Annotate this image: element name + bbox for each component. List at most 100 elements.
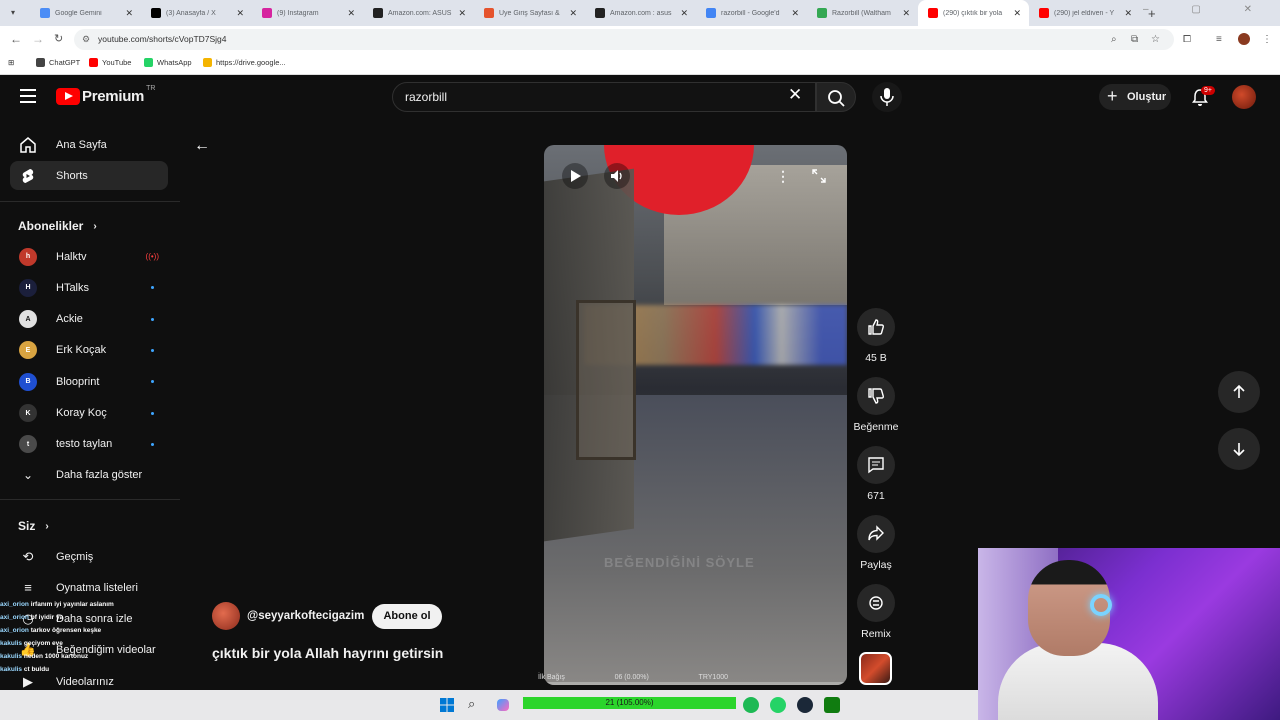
action-label: Paylaş xyxy=(860,559,892,571)
url-field[interactable]: ⚙ youtube.com/shorts/cVopTD7Sjg4 xyxy=(74,29,1174,50)
close-tab-icon[interactable]: ✕ xyxy=(902,8,910,19)
bookmark-3[interactable]: https://drive.google... xyxy=(203,58,286,67)
media-icon[interactable]: ≡ xyxy=(1216,34,1222,45)
play-button[interactable] xyxy=(562,163,588,189)
create-button[interactable]: + Oluştur xyxy=(1099,84,1171,110)
bookmark-0[interactable]: ChatGPT xyxy=(36,58,80,67)
taskbar-search-icon[interactable]: ⌕ xyxy=(468,696,475,712)
site-info-icon[interactable]: ⚙ xyxy=(82,29,90,50)
fullscreen-button[interactable] xyxy=(806,163,832,189)
tab-2[interactable]: (9) Instagram ✕ xyxy=(252,0,363,26)
close-tab-icon[interactable]: ✕ xyxy=(1124,8,1132,19)
search-input[interactable]: razorbill xyxy=(392,82,816,112)
bookmark-star-icon[interactable]: ☆ xyxy=(1151,34,1160,45)
close-tab-icon[interactable]: ✕ xyxy=(236,8,244,19)
subscriptions-title: Abonelikler xyxy=(18,219,84,233)
tab-4[interactable]: Üye Giriş Sayfası & ✕ xyxy=(474,0,585,26)
tab-1[interactable]: (3) Anasayfa / X ✕ xyxy=(141,0,252,26)
tab-7[interactable]: Razorbill (Waltham ✕ xyxy=(807,0,918,26)
browser-menu-icon[interactable]: ⋮ xyxy=(1262,34,1272,45)
play-icon xyxy=(571,170,581,182)
close-tab-icon[interactable]: ✕ xyxy=(680,8,688,19)
sidebar-item-sub-6[interactable]: t testo taylan xyxy=(10,430,168,459)
close-tab-icon[interactable]: ✕ xyxy=(125,8,133,19)
spotify-icon[interactable] xyxy=(743,697,759,713)
zoom-icon[interactable]: ⌕ xyxy=(1111,34,1117,45)
sidebar-item-sub-0[interactable]: h Halktv ((•)) xyxy=(10,242,168,271)
xbox-icon[interactable] xyxy=(824,697,840,713)
steam-icon[interactable] xyxy=(797,697,813,713)
sidebar-item-sub-5[interactable]: K Koray Koç xyxy=(10,399,168,428)
show-more-label: Daha fazla göster xyxy=(56,468,143,481)
sidebar-item-sub-3[interactable]: E Erk Koçak xyxy=(10,336,168,365)
close-tab-icon[interactable]: ✕ xyxy=(569,8,577,19)
you-heading[interactable]: Siz › xyxy=(18,519,49,533)
clear-search-icon[interactable]: ✕ xyxy=(788,85,802,105)
sidebar-item-sub-2[interactable]: A Ackie xyxy=(10,305,168,334)
subscribe-button[interactable]: Abone ol xyxy=(372,604,442,629)
channel-avatar: A xyxy=(19,310,37,329)
whatsapp-icon[interactable] xyxy=(770,697,786,713)
tab-0[interactable]: Google Gemini ✕ xyxy=(30,0,141,26)
close-tab-icon[interactable]: ✕ xyxy=(347,8,355,19)
back-button[interactable]: ← xyxy=(10,32,22,46)
close-tab-icon[interactable]: ✕ xyxy=(458,8,466,19)
menu-icon[interactable] xyxy=(20,89,36,107)
extensions-icon[interactable]: ⧠ xyxy=(1183,34,1191,45)
shorts-video-player[interactable]: BEĞENDİĞİNİ SÖYLE ⋮ xyxy=(544,145,847,685)
chat-text: geçiyom eve xyxy=(23,640,63,647)
tab-8[interactable]: (290) çıktık bir yola ✕ xyxy=(918,0,1029,26)
like-icon[interactable] xyxy=(857,308,895,346)
window-controls[interactable]: – ▢ ✕ xyxy=(1143,4,1272,15)
voice-search-button[interactable] xyxy=(872,82,902,112)
reload-button[interactable]: ↻ xyxy=(54,32,63,45)
show-more-button[interactable]: ⌄ Daha fazla göster xyxy=(10,460,168,489)
bookmark-label: YouTube xyxy=(102,58,132,67)
apps-icon[interactable]: ⊞ xyxy=(8,58,14,67)
profile-avatar[interactable] xyxy=(1238,33,1250,45)
sidebar-item-label: Bloo​print xyxy=(56,375,100,388)
remix-icon[interactable] xyxy=(857,584,895,622)
back-arrow-icon[interactable]: ← xyxy=(194,137,210,155)
sidebar-item-shorts[interactable]: Shorts xyxy=(10,161,168,190)
video-progress-bar[interactable] xyxy=(544,682,847,685)
action-2[interactable]: 671 xyxy=(856,446,896,502)
remix-sound-thumbnail[interactable] xyxy=(859,652,892,685)
close-tab-icon[interactable]: ✕ xyxy=(791,8,799,19)
tab-6[interactable]: razorbill - Google'd ✕ xyxy=(696,0,807,26)
volume-button[interactable] xyxy=(604,163,630,189)
bookmark-1[interactable]: YouTube xyxy=(89,58,131,67)
bookmark-2[interactable]: WhatsApp xyxy=(144,58,192,67)
tab-search-icon[interactable]: ▾ xyxy=(6,6,20,20)
channel-name[interactable]: @seyyarkoftecigazim xyxy=(247,610,364,622)
share-icon[interactable] xyxy=(857,515,895,553)
cast-icon[interactable]: ⧉ xyxy=(1131,34,1138,45)
tab-5[interactable]: Amazon.com : asus ✕ xyxy=(585,0,696,26)
action-4[interactable]: Remix xyxy=(856,584,896,640)
subscriptions-heading[interactable]: Abonelikler › xyxy=(18,219,97,233)
action-0[interactable]: 45 B xyxy=(856,308,896,364)
sidebar-item-sub-4[interactable]: B Bloo​print xyxy=(10,367,168,396)
mic-icon xyxy=(880,88,894,106)
next-short-button[interactable] xyxy=(1218,428,1260,470)
sidebar-item-sub-1[interactable]: H HTalks xyxy=(10,273,168,302)
tab-3[interactable]: Amazon.com: ASUS ✕ xyxy=(363,0,474,26)
channel-avatar[interactable] xyxy=(212,602,240,630)
action-1[interactable]: Beğenme xyxy=(854,377,898,433)
windows-start-icon[interactable] xyxy=(440,698,454,712)
forward-button[interactable]: → xyxy=(32,32,44,46)
action-3[interactable]: Paylaş xyxy=(856,515,896,571)
tab-9[interactable]: (290) jel eldiven - Y ✕ xyxy=(1029,0,1140,26)
shorts-icon xyxy=(18,167,38,185)
sidebar-item-you-0[interactable]: ⟲ Geçmiş xyxy=(10,542,168,571)
sidebar-item-home[interactable]: Ana Sayfa xyxy=(10,130,168,159)
close-tab-icon[interactable]: ✕ xyxy=(1013,8,1021,19)
dislike-icon[interactable] xyxy=(857,377,895,415)
search-button[interactable] xyxy=(816,82,856,112)
account-avatar[interactable] xyxy=(1232,85,1256,109)
comment-icon[interactable] xyxy=(857,446,895,484)
previous-short-button[interactable] xyxy=(1218,371,1260,413)
more-options-button[interactable]: ⋮ xyxy=(770,163,796,189)
copilot-icon[interactable] xyxy=(497,699,509,711)
youtube-logo[interactable]: Premium TR xyxy=(56,85,155,105)
